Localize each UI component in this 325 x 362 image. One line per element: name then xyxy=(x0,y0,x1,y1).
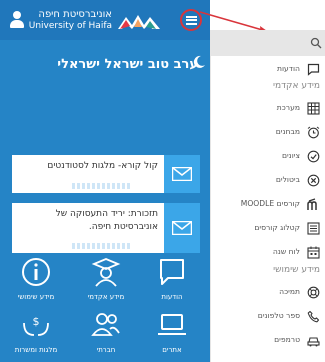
drawer-item-label: תמיכה xyxy=(279,287,300,296)
drawer-item-label: טרמפים xyxy=(274,335,300,344)
cancel-circle-icon xyxy=(307,174,320,187)
drawer-item-label: מבחנים xyxy=(275,127,300,136)
mail-icon xyxy=(164,203,200,253)
drawer-item-label: קטלוג קורסים xyxy=(254,223,300,232)
svg-text:$: $ xyxy=(33,315,40,328)
university-name-hebrew: אוניברסיטת חיפה xyxy=(38,9,112,20)
drawer-item-phone-book[interactable]: ספר טלפונים xyxy=(211,307,325,327)
drawer-item-label: לוח שנה xyxy=(272,247,300,256)
tile-label: מידע אקדמי xyxy=(87,293,125,301)
tile-social[interactable]: חברתי xyxy=(74,305,138,362)
app-screen: אוניברסיטת חיפה University of Haifa ערב … xyxy=(0,0,210,362)
drawer-item-label: הודעות xyxy=(277,64,300,73)
university-logo xyxy=(118,15,160,29)
drawer-item-messages[interactable]: הודעות xyxy=(211,60,325,80)
drawer-item-exams[interactable]: מבחנים xyxy=(211,123,325,143)
chat-icon xyxy=(307,63,320,76)
phone-icon xyxy=(307,310,320,323)
drawer-item-rides[interactable]: טרמפים xyxy=(211,331,325,351)
greeting-text: ערב טוב ישראל ישראלי xyxy=(57,57,198,72)
drawer-item-support[interactable]: תמיכה xyxy=(211,283,325,303)
graduate-icon xyxy=(91,258,121,287)
alarm-clock-icon xyxy=(307,126,320,139)
mail-icon xyxy=(164,155,200,193)
loading-indicator xyxy=(72,243,132,249)
message-card-text: קול קורא- מלגות לסטודנטים xyxy=(47,161,158,171)
info-icon xyxy=(22,258,50,286)
loading-indicator xyxy=(72,183,132,189)
calendar-icon xyxy=(307,246,320,259)
drawer-item-label: ביטולים xyxy=(275,175,300,184)
message-card[interactable]: תזכורת: יריד התעסוקה של אוניברסיטת חיפה. xyxy=(12,203,200,253)
list-icon xyxy=(307,222,320,235)
drawer-item-label: ספר טלפונים xyxy=(257,311,300,320)
drawer-item-course-catalog[interactable]: קטלוג קורסים xyxy=(211,219,325,239)
message-card[interactable]: קול קורא- מלגות לסטודנטים xyxy=(12,155,200,193)
app-header: אוניברסיטת חיפה University of Haifa xyxy=(0,0,210,40)
section-useful-info: מידע שימושי xyxy=(273,265,320,275)
message-card-text: תזכורת: יריד התעסוקה של אוניברסיטת חיפה. xyxy=(55,209,158,232)
drawer-item-grades[interactable]: ציונים xyxy=(211,147,325,167)
drawer-item-label: מערכת xyxy=(276,103,300,112)
moodle-icon xyxy=(307,198,317,210)
side-drawer: הודעות מידע אקדמי מערכת מבחנים ציונים בי… xyxy=(210,30,325,362)
tile-label: אתרים xyxy=(162,346,182,354)
drawer-item-cancellations[interactable]: ביטולים xyxy=(211,171,325,191)
tile-label: הודעות xyxy=(161,293,183,301)
support-icon xyxy=(307,286,320,299)
chat-bubble-icon xyxy=(160,259,184,285)
tile-label: מלגות ומשרות xyxy=(14,346,58,354)
drawer-item-moodle-courses[interactable]: קורסים MOODLE xyxy=(211,195,325,215)
tile-websites[interactable]: אתרים xyxy=(140,305,204,362)
money-hands-icon: $ xyxy=(23,315,49,336)
user-icon[interactable] xyxy=(10,11,24,29)
search-icon[interactable] xyxy=(310,37,322,49)
hamburger-icon xyxy=(185,15,197,25)
tile-label: מידע שימושי xyxy=(17,293,55,301)
calendar-grid-icon xyxy=(307,102,320,115)
university-name-english: University of Haifa xyxy=(28,21,112,31)
drawer-item-label: קורסים MOODLE xyxy=(240,199,300,208)
section-academic-info: מידע אקדמי xyxy=(273,81,320,91)
drawer-header xyxy=(211,30,325,56)
tile-scholarships-jobs[interactable]: $ מלגות ומשרות xyxy=(4,305,68,362)
drawer-item-label: ציונים xyxy=(281,151,300,160)
check-circle-icon xyxy=(307,150,320,163)
car-icon xyxy=(307,337,320,347)
people-icon xyxy=(91,313,120,336)
laptop-icon xyxy=(158,314,186,335)
tile-label: חברתי xyxy=(96,346,116,354)
drawer-item-calendar[interactable]: לוח שנה xyxy=(211,243,325,263)
drawer-item-schedule[interactable]: מערכת xyxy=(211,99,325,119)
